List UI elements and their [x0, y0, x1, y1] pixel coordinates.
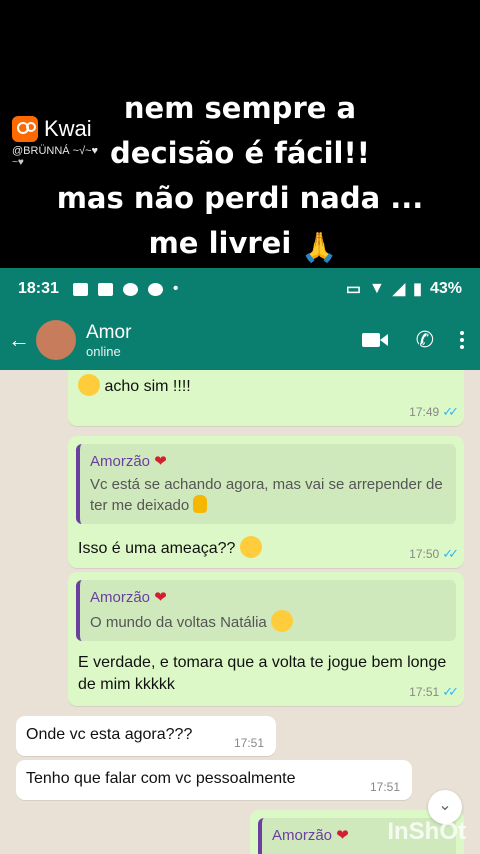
- message-bubble[interactable]: acho sim !!!! 17:49 ✓✓: [68, 370, 464, 426]
- message-time: 17:49: [409, 405, 440, 419]
- message-text: acho sim !!!!: [104, 378, 191, 395]
- contact-name: Amor: [86, 321, 132, 343]
- video-caption: nem sempre a decisão é fácil!! mas não p…: [0, 86, 480, 266]
- quoted-message[interactable]: Amorzão ❤ Vc está se achando agora, mas …: [76, 444, 456, 524]
- hand-emoji-icon: [193, 495, 208, 513]
- caption-line: me livrei: [148, 226, 292, 260]
- chat-header: ← Amor online ✆: [0, 310, 480, 370]
- avatar[interactable]: [36, 320, 76, 360]
- message-time: 17:51: [409, 685, 440, 699]
- quoted-author: Amorzão: [90, 453, 151, 470]
- quoted-message[interactable]: Amorzão ❤ O mundo da voltas Natália: [76, 580, 456, 641]
- message-time: 17:51: [233, 736, 264, 750]
- message-text: E verdade, e tomara que a volta te jogue…: [78, 654, 447, 693]
- wifi-icon: ▼: [369, 280, 385, 297]
- more-options-icon[interactable]: [460, 331, 464, 349]
- eye-roll-emoji-icon: [239, 536, 262, 558]
- message-time: 17:51: [369, 780, 400, 794]
- caption-line: decisão é fácil!!: [110, 136, 370, 170]
- chrome-icon: [147, 282, 163, 296]
- quoted-text: O mundo da voltas Natália: [90, 614, 267, 631]
- gallery-icon: [72, 282, 88, 296]
- message-bubble[interactable]: Amorzão ❤ O mundo da voltas Natália E ve…: [68, 572, 464, 706]
- more-notifications-icon: •: [172, 280, 179, 297]
- quoted-author: Amorzão: [272, 827, 333, 844]
- heart-icon: ❤: [154, 453, 167, 470]
- message-text: Tenho que falar com vc pessoalmente: [26, 770, 296, 787]
- youtube-icon: [97, 282, 113, 296]
- sad-emoji-icon: [270, 610, 293, 632]
- message-time: 17:50: [409, 547, 440, 561]
- contact-info[interactable]: Amor online: [86, 322, 131, 359]
- heart-icon: ❤: [154, 589, 167, 606]
- caption-line: nem sempre a: [123, 91, 357, 125]
- signal-icon: ◢: [392, 281, 406, 298]
- chat-area[interactable]: acho sim !!!! 17:49 ✓✓ Amorzão ❤ Vc está …: [0, 370, 480, 854]
- read-ticks-icon: ✓✓: [442, 404, 459, 419]
- cast-icon: ▭: [345, 281, 361, 298]
- caption-line-4: me livrei 🙏: [0, 221, 480, 266]
- status-time: 18:31: [18, 280, 59, 297]
- caption-line: mas não perdi nada ...: [56, 181, 424, 215]
- quoted-text: Vc está se achando agora, mas vai se arr…: [90, 476, 443, 514]
- back-arrow-icon[interactable]: ←: [8, 327, 32, 353]
- message-text: Onde vc esta agora???: [26, 726, 193, 743]
- battery-icon: ▮: [413, 281, 422, 298]
- app-icon: [122, 282, 138, 296]
- praying-hands-icon: 🙏: [301, 230, 338, 264]
- phone-call-icon[interactable]: ✆: [416, 327, 434, 353]
- message-bubble[interactable]: Amorzão ❤ Vc está se achando agora, mas …: [68, 436, 464, 568]
- smirk-emoji-icon: [78, 374, 100, 396]
- status-bar: 18:31 • ▭ ▼ ◢ ▮ 43%: [0, 268, 480, 310]
- message-bubble[interactable]: Tenho que falar com vc pessoalmente 17:5…: [16, 760, 412, 800]
- quoted-author: Amorzão: [90, 589, 151, 606]
- contact-status: online: [86, 343, 121, 359]
- video-call-icon[interactable]: [361, 331, 390, 349]
- read-ticks-icon: ✓✓: [442, 684, 459, 699]
- battery-percent: 43%: [429, 280, 462, 297]
- inshot-watermark: InShOt: [387, 818, 466, 845]
- read-ticks-icon: ✓✓: [442, 546, 459, 561]
- message-text: Isso é uma ameaça??: [78, 540, 236, 557]
- message-bubble[interactable]: Onde vc esta agora??? 17:51: [16, 716, 276, 756]
- heart-icon: ❤: [336, 827, 349, 844]
